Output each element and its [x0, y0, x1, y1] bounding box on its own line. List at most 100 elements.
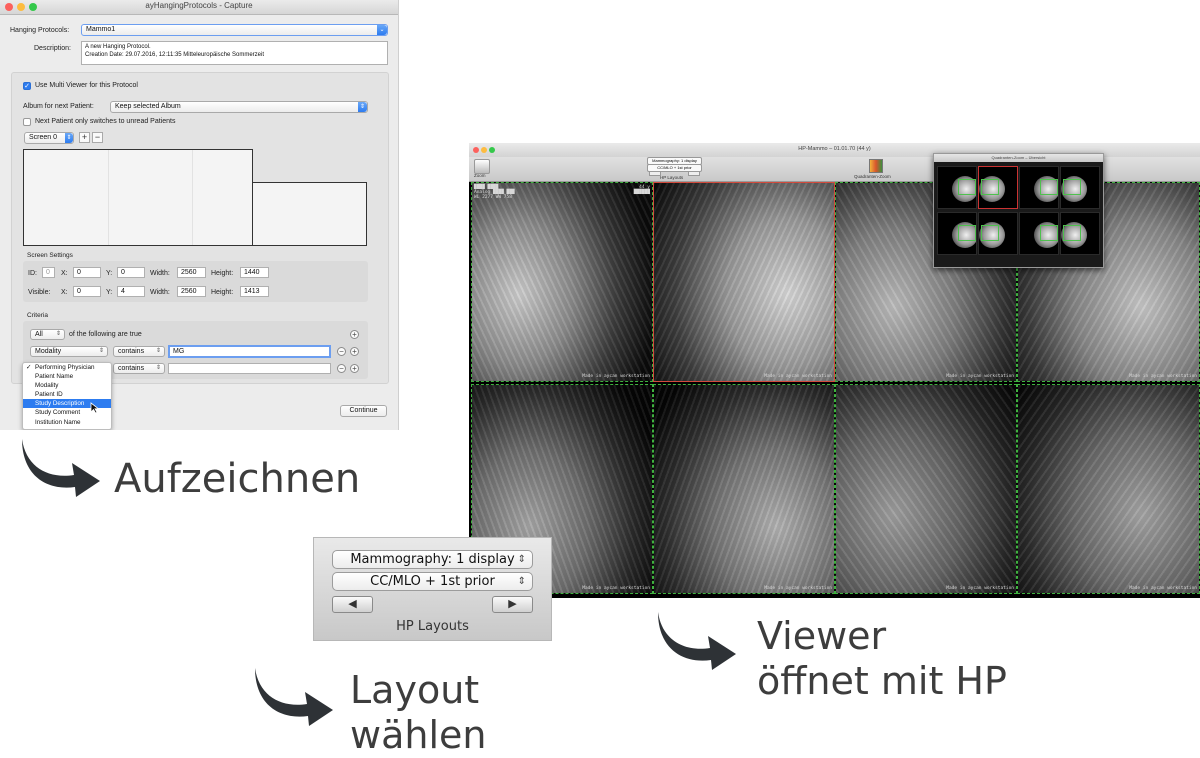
capture-window: ayHangingProtocols - Capture Hanging Pro…	[0, 0, 399, 430]
add-screen-button[interactable]: +	[79, 132, 90, 143]
screen-preview-secondary[interactable]	[252, 182, 367, 246]
height-label: Height:	[211, 270, 234, 277]
menu-item-label: Patient Name	[35, 373, 74, 381]
continue-button[interactable]: Continue	[340, 405, 387, 417]
next-layout-button[interactable]: ▶	[492, 596, 533, 613]
menu-item-label: Modality	[35, 382, 59, 390]
screen-settings-title: Screen Settings	[27, 252, 73, 259]
remove-criteria-button[interactable]: −	[337, 364, 346, 373]
album-label: Album for next Patient:	[23, 103, 94, 110]
caption-viewer-line: Viewer	[757, 614, 887, 658]
image-viewport[interactable]: Made in aycan workstation	[1017, 384, 1200, 594]
image-viewport[interactable]: Made in aycan workstation	[653, 384, 835, 594]
id-field[interactable]: 0	[42, 267, 55, 278]
image-viewport[interactable]: Made in aycan workstation	[835, 384, 1017, 594]
quadrant-thumbnail[interactable]	[978, 212, 1018, 255]
visible-width-field[interactable]: 2560	[177, 286, 206, 297]
quadrant-zoom-title: Quadranten-Zoom – Übersicht	[934, 154, 1103, 162]
image-viewport[interactable]: ████ ████ Analog ████ ███ WL 2277 WW 758 4…	[471, 182, 653, 382]
menu-item-label: Institution Name	[35, 418, 81, 426]
criteria-operator-select[interactable]: contains ⇕	[113, 346, 165, 357]
quadrant-thumbnail[interactable]	[1019, 212, 1059, 255]
toolbar-next-button[interactable]	[688, 171, 700, 176]
remove-screen-button[interactable]: −	[92, 132, 103, 143]
menu-item-modality[interactable]: Modality	[23, 381, 111, 390]
description-line: Creation Date: 29.07.2016, 12:11:35 Mitt…	[85, 52, 264, 58]
watermark-text: Made in aycan workstation	[764, 586, 832, 591]
hanging-protocols-label: Hanging Protocols:	[10, 27, 70, 34]
x-label: X:	[61, 270, 68, 277]
zoom-label: Zoom	[474, 173, 486, 178]
image-viewport-active[interactable]: Made in aycan workstation	[653, 182, 835, 382]
description-field[interactable]: A new Hanging Protocol. Creation Date: 2…	[81, 41, 388, 65]
add-criteria-button[interactable]: +	[350, 364, 359, 373]
add-criteria-button[interactable]: +	[350, 347, 359, 356]
zoom-icon[interactable]	[474, 159, 490, 174]
criteria-operator-value: contains	[118, 365, 145, 372]
caption-viewer: Viewer öffnet mit HP	[757, 614, 1007, 704]
criteria-value-field[interactable]	[168, 363, 331, 374]
album-value: Keep selected Album	[115, 103, 181, 110]
visible-label: Visible:	[28, 289, 51, 296]
width-field[interactable]: 2560	[177, 267, 206, 278]
width-label: Width:	[150, 270, 170, 277]
curved-arrow-icon	[22, 439, 100, 497]
quadrant-zoom-icon[interactable]	[869, 159, 883, 173]
visible-height-field[interactable]: 1413	[240, 286, 269, 297]
caption-layout-line: wählen	[350, 712, 487, 757]
quadrant-thumbnail[interactable]	[937, 166, 977, 209]
quadrant-thumbnail[interactable]	[1019, 166, 1059, 209]
menu-item-label: Patient ID	[35, 391, 63, 399]
criteria-operator-select[interactable]: contains ⇕	[113, 363, 165, 374]
caption-viewer-line: öffnet mit HP	[757, 658, 1007, 703]
menu-item-label: Study Description	[35, 400, 85, 408]
remove-criteria-button[interactable]: −	[337, 347, 346, 356]
add-criteria-button[interactable]: +	[350, 330, 359, 339]
x-field[interactable]: 0	[73, 267, 101, 278]
criteria-field-menu: ✓ Performing Physician Patient Name Modal…	[22, 362, 112, 430]
updown-icon: ⇕	[55, 331, 61, 337]
chevron-down-icon: ⌄	[377, 25, 387, 35]
criteria-title: Criteria	[27, 312, 48, 319]
triangle-right-icon: ▶	[508, 598, 517, 610]
prev-layout-button[interactable]: ◀	[332, 596, 373, 613]
hp-variant-select[interactable]: CC/MLO + 1st prior ⇕	[332, 572, 533, 591]
quadrant-thumbnail[interactable]	[1060, 166, 1100, 209]
menu-item-label: Study Comment	[35, 409, 81, 417]
screen-preview-main[interactable]	[23, 149, 253, 246]
quadrant-thumbnail-active[interactable]	[978, 166, 1018, 209]
description-line: A new Hanging Protocol.	[85, 44, 151, 50]
hanging-protocols-select[interactable]: Mammo1 ⌄	[81, 24, 388, 36]
quadrant-thumbnail[interactable]	[937, 212, 977, 255]
album-select[interactable]: Keep selected Album ⇕	[110, 101, 368, 113]
height-field[interactable]: 1440	[240, 267, 269, 278]
screen-select[interactable]: Screen 0 ⇕	[24, 132, 74, 144]
y-field[interactable]: 0	[117, 267, 145, 278]
quadrant-zoom-label: Quadranten-Zoom	[854, 174, 891, 179]
watermark-text: Made in aycan workstation	[946, 374, 1014, 379]
updown-icon: ⇕	[517, 554, 526, 565]
criteria-match-select[interactable]: All ⇕	[30, 329, 65, 340]
hp-layout-select[interactable]: Mammography: 1 display ⇕	[332, 550, 533, 569]
menu-item-patient-name[interactable]: Patient Name	[23, 372, 111, 381]
visible-y-field[interactable]: 4	[117, 286, 145, 297]
toolbar-hp-label: HP Layouts	[660, 175, 684, 180]
criteria-value-field[interactable]: MG	[168, 345, 331, 358]
updown-icon: ⇕	[155, 365, 161, 371]
checkmark-icon: ✓	[26, 364, 32, 371]
hp-layouts-panel: Mammography: 1 display ⇕ CC/MLO + 1st pr…	[313, 537, 552, 641]
menu-item-patient-id[interactable]: Patient ID	[23, 390, 111, 399]
capture-titlebar: ayHangingProtocols - Capture	[0, 0, 398, 15]
criteria-field-select[interactable]: Modality ⇕	[30, 346, 108, 357]
id-label: ID:	[28, 270, 37, 277]
triangle-left-icon: ◀	[348, 598, 357, 610]
menu-item-performing-physician[interactable]: ✓ Performing Physician	[23, 363, 111, 372]
multi-viewer-label: Use Multi Viewer for this Protocol	[35, 82, 138, 89]
quadrant-thumbnail[interactable]	[1060, 212, 1100, 255]
height-label: Height:	[211, 289, 234, 296]
next-patient-checkbox[interactable]	[23, 118, 31, 126]
caption-record: Aufzeichnen	[114, 456, 361, 502]
visible-x-field[interactable]: 0	[73, 286, 101, 297]
menu-item-institution-name[interactable]: Institution Name	[23, 418, 111, 427]
multi-viewer-checkbox[interactable]: ✓	[23, 82, 31, 90]
